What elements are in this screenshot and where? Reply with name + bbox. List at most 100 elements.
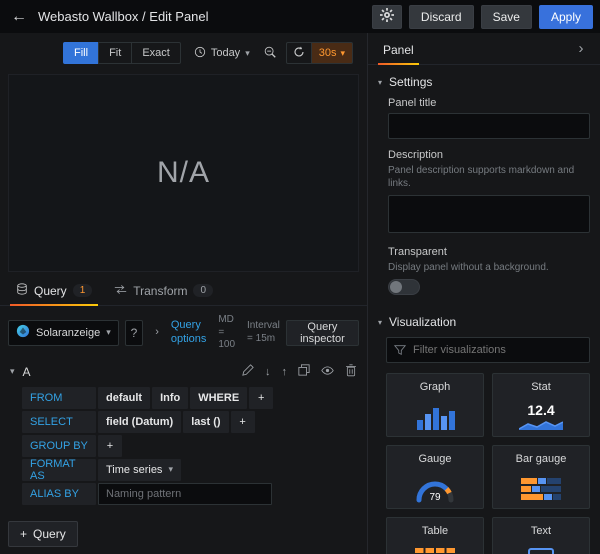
page-title: Webasto Wallbox / Edit Panel	[38, 9, 365, 24]
viz-card-text[interactable]: Text T	[492, 517, 590, 554]
discard-button[interactable]: Discard	[409, 5, 474, 29]
alias-by-label: ALIAS BY	[22, 483, 96, 505]
visualization-filter-input[interactable]	[386, 337, 590, 363]
format-as-value: Time series	[106, 464, 162, 476]
chevron-down-icon: ▾	[168, 465, 173, 474]
size-mode-fit[interactable]: Fit	[98, 42, 132, 64]
table-icon	[415, 542, 455, 554]
duplicate-query-button[interactable]	[298, 364, 310, 379]
back-arrow-icon: ←	[11, 8, 27, 26]
refresh-button[interactable]	[286, 42, 312, 64]
visualization-section-title: Visualization	[389, 315, 456, 329]
settings-section-header[interactable]: ▾ Settings	[368, 65, 600, 97]
arrow-down-icon: ↓	[265, 366, 271, 378]
time-range-picker[interactable]: Today ▾	[190, 42, 254, 64]
query-ref-id: A	[23, 365, 31, 379]
measurement-segment[interactable]: Info	[152, 387, 188, 409]
format-as-dropdown[interactable]: Time series ▾	[98, 459, 181, 481]
save-button[interactable]: Save	[481, 5, 532, 29]
filter-icon	[394, 344, 406, 359]
pencil-icon	[242, 364, 254, 379]
datasource-select[interactable]: Solaranzeige ▾	[8, 320, 119, 346]
format-as-label: FORMAT AS	[22, 459, 96, 481]
datasource-icon	[16, 324, 30, 341]
query-row-header: ▾ A ↓ ↑	[10, 364, 357, 380]
chevron-down-icon: ▾	[340, 49, 345, 58]
chevron-right-icon: ›	[579, 40, 584, 57]
time-range-label: Today	[211, 47, 240, 59]
eye-icon	[321, 364, 334, 380]
size-mode-fill[interactable]: Fill	[63, 42, 99, 64]
query-inspector-button[interactable]: Query inspector	[286, 320, 359, 346]
panel-title-input[interactable]	[388, 113, 590, 139]
bar-gauge-icon	[521, 470, 561, 508]
zoom-out-icon	[263, 45, 277, 62]
select-label: SELECT	[22, 411, 96, 433]
tab-query-label: Query	[34, 284, 67, 298]
trash-icon	[345, 364, 357, 380]
size-mode-exact[interactable]: Exact	[131, 42, 181, 64]
from-label: FROM	[22, 387, 96, 409]
description-textarea[interactable]	[388, 195, 590, 233]
tab-query[interactable]: Query 1	[6, 276, 102, 305]
format-as-row: FORMAT AS Time series ▾	[22, 459, 359, 481]
sidebar-content: ▾ Settings Panel title Description Panel…	[368, 65, 600, 554]
editor-tabs: Query 1 Transform 0	[0, 276, 367, 306]
viz-card-bar-gauge[interactable]: Bar gauge	[492, 445, 590, 509]
chevron-down-icon: ▾	[245, 49, 250, 58]
zoom-out-button[interactable]	[263, 45, 277, 62]
add-query-button[interactable]: + Query	[8, 521, 78, 547]
edit-area: Fill Fit Exact Today ▾	[0, 33, 368, 554]
query-help-button[interactable]: ?	[125, 320, 143, 346]
add-group-by-button[interactable]: +	[98, 435, 122, 457]
group-by-label: GROUP BY	[22, 435, 96, 457]
edit-mode-button[interactable]	[242, 364, 254, 379]
viz-card-graph[interactable]: Graph	[386, 373, 484, 437]
chevron-down-icon: ▾	[106, 328, 111, 337]
transparent-toggle[interactable]	[388, 279, 420, 295]
viz-card-stat[interactable]: Stat 12.4	[492, 373, 590, 437]
visualization-section-header[interactable]: ▾ Visualization	[368, 305, 600, 337]
collapse-chevron-icon[interactable]: ▾	[10, 367, 15, 376]
back-button[interactable]: ←	[7, 5, 31, 29]
delete-query-button[interactable]	[345, 364, 357, 380]
graph-icon	[415, 398, 455, 436]
alias-by-row: ALIAS BY	[22, 483, 359, 505]
collapse-sidebar-button[interactable]: ›	[570, 40, 592, 57]
tab-transform-label: Transform	[133, 284, 187, 298]
disable-query-button[interactable]	[321, 364, 334, 380]
field-segment[interactable]: field (Datum)	[98, 411, 181, 433]
tab-panel[interactable]: Panel	[376, 36, 421, 64]
add-query-label: Query	[33, 527, 66, 541]
sidebar-header: Panel ›	[368, 33, 600, 65]
viz-card-gauge[interactable]: Gauge 79	[386, 445, 484, 509]
options-sidebar: Panel › ▾ Settings Panel title Descripti…	[368, 33, 600, 554]
move-query-down-button[interactable]: ↓	[265, 366, 271, 378]
description-field: Description Panel description supports m…	[388, 149, 590, 236]
add-select-button[interactable]: +	[231, 411, 255, 433]
transparent-field: Transparent Display panel without a back…	[388, 246, 590, 295]
function-segment[interactable]: last ()	[183, 411, 228, 433]
where-segment[interactable]: WHERE	[190, 387, 247, 409]
stat-sample-value: 12.4	[527, 403, 554, 417]
panel-settings-button[interactable]	[372, 5, 402, 29]
move-query-up-button[interactable]: ↑	[282, 366, 288, 378]
influx-query-builder: FROM default Info WHERE + SELECT field (…	[22, 387, 359, 507]
viz-card-table[interactable]: Table	[386, 517, 484, 554]
tab-transform[interactable]: Transform 0	[104, 276, 223, 305]
apply-button[interactable]: Apply	[539, 5, 593, 29]
text-icon: T	[528, 542, 554, 554]
alias-by-input[interactable]	[98, 483, 272, 505]
query-editor: Solaranzeige ▾ ? › Query options MD = 10…	[0, 306, 367, 554]
query-count-badge: 1	[73, 284, 93, 297]
add-where-button[interactable]: +	[249, 387, 273, 409]
retention-policy-segment[interactable]: default	[98, 387, 150, 409]
query-options-toggle[interactable]: › Query options MD = 100 Interval = 15m	[155, 314, 280, 352]
database-icon	[16, 283, 28, 298]
visualization-grid: Graph Stat 12.4 Gauge	[386, 373, 590, 554]
settings-fields: Panel title Description Panel descriptio…	[368, 97, 600, 295]
panel-size-mode-group: Fill Fit Exact	[63, 42, 181, 64]
refresh-interval-dropdown[interactable]: 30s ▾	[312, 42, 353, 64]
group-by-row: GROUP BY +	[22, 435, 359, 457]
clock-icon	[194, 46, 206, 61]
